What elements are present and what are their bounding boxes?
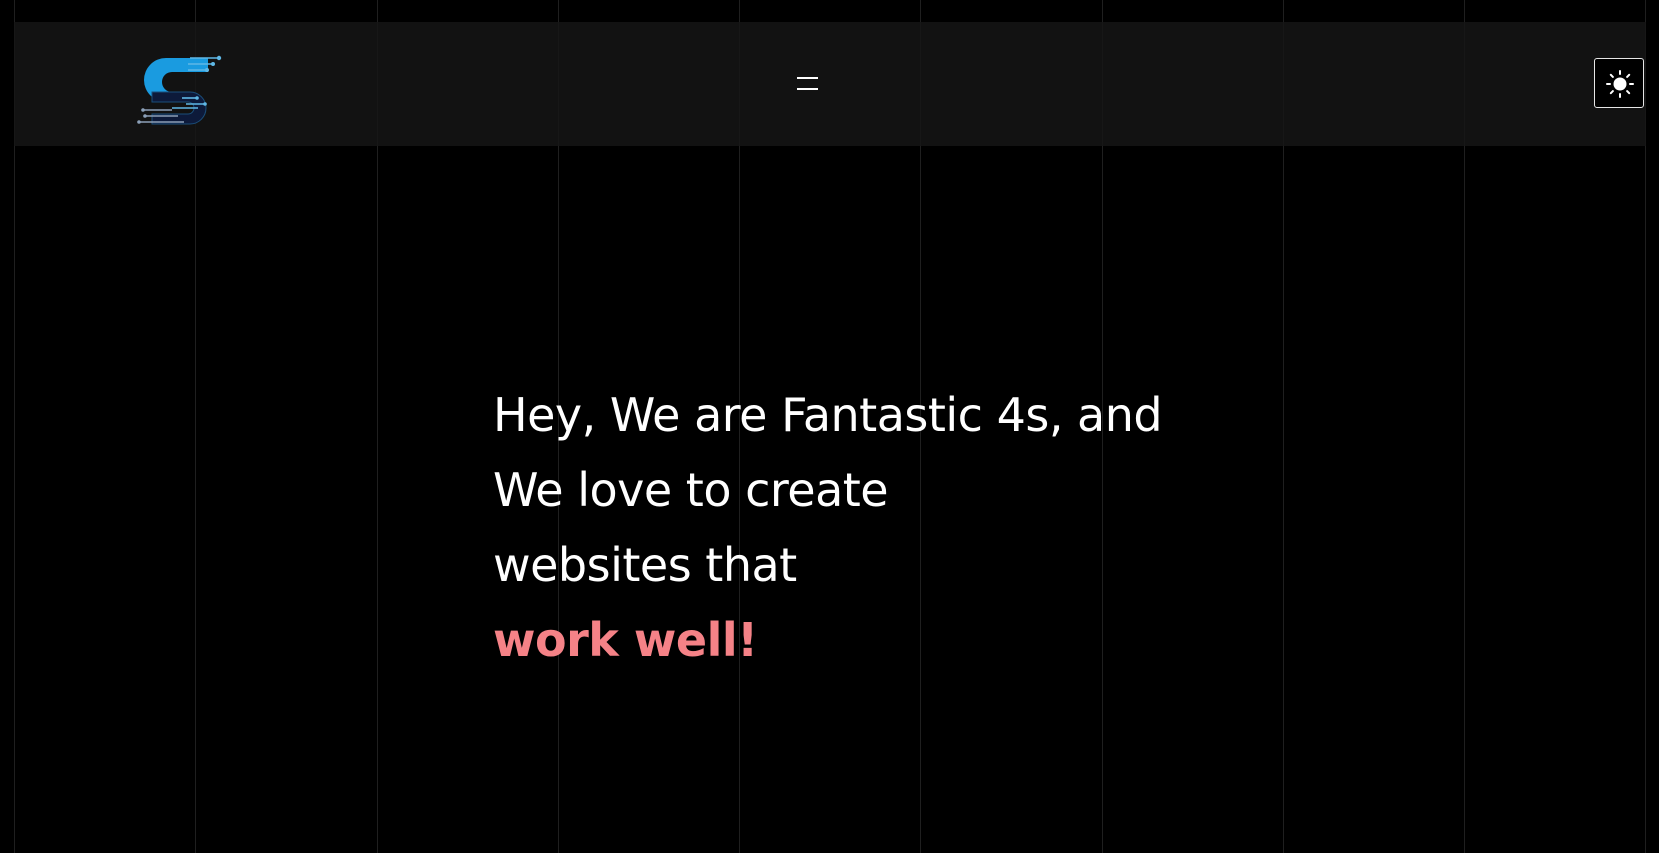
navbar <box>14 22 1646 146</box>
hero-heading: Hey, We are Fantastic 4s, and We love to… <box>493 378 1163 678</box>
menu-button[interactable] <box>794 71 820 97</box>
logo-link[interactable] <box>132 50 224 126</box>
sun-icon <box>1606 70 1634 98</box>
theme-toggle-button[interactable] <box>1594 58 1644 108</box>
menu-bar <box>797 88 818 90</box>
page: Hey, We are Fantastic 4s, and We love to… <box>0 0 1659 853</box>
hero-line-3: websites that <box>493 538 797 592</box>
hero-highlight: work well! <box>493 613 758 667</box>
brand-logo-icon <box>137 55 222 125</box>
hero-line-1: Hey, We are Fantastic 4s, and <box>493 388 1163 442</box>
hero-line-2: We love to create <box>493 463 889 517</box>
menu-bar <box>797 77 818 79</box>
